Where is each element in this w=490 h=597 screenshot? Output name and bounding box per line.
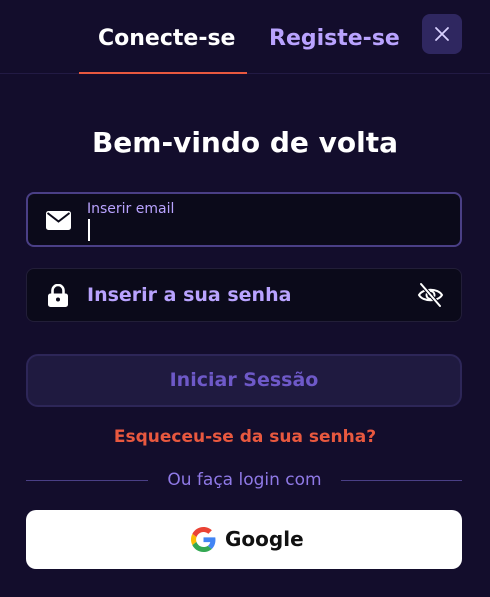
google-icon xyxy=(191,527,216,552)
active-tab-indicator xyxy=(79,72,247,74)
email-field[interactable]: Inserir email xyxy=(26,192,462,247)
divider-text: Ou faça login com xyxy=(167,470,322,490)
forgot-password-link[interactable]: Esqueceu-se da sua senha? xyxy=(0,427,490,447)
login-button[interactable]: Iniciar Sessão xyxy=(26,354,462,407)
text-cursor xyxy=(88,219,90,241)
close-button[interactable] xyxy=(422,14,462,54)
email-label: Inserir email xyxy=(87,201,175,217)
google-login-button[interactable]: Google xyxy=(26,510,462,569)
tab-login[interactable]: Conecte-se xyxy=(98,22,235,56)
password-placeholder: Inserir a sua senha xyxy=(87,284,292,306)
divider-right xyxy=(341,480,462,481)
page-title: Bem-vindo de volta xyxy=(91,126,399,159)
google-label: Google xyxy=(225,527,304,551)
lock-icon xyxy=(48,284,68,307)
divider-left xyxy=(26,480,148,481)
tab-register[interactable]: Registe-se xyxy=(269,22,400,56)
login-modal: Conecte-se Registe-se Bem-vindo de volta… xyxy=(0,0,490,597)
auth-tabs: Conecte-se Registe-se xyxy=(0,0,490,74)
eye-slash-icon[interactable] xyxy=(417,282,444,308)
close-icon xyxy=(435,27,449,41)
envelope-icon xyxy=(46,211,71,230)
password-field[interactable]: Inserir a sua senha xyxy=(26,268,462,322)
